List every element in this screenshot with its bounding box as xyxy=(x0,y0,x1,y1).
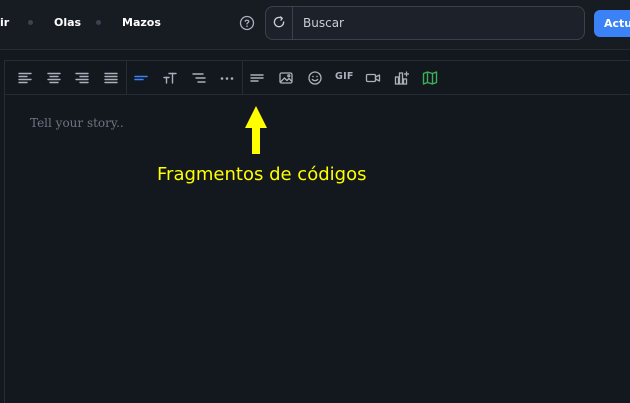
search-box[interactable] xyxy=(265,6,585,40)
editor-placeholder[interactable]: Tell your story.. xyxy=(30,116,124,130)
top-nav: ir Olas Mazos Actu xyxy=(0,0,630,50)
toolbar-separator xyxy=(242,61,243,94)
editor-border xyxy=(4,60,5,403)
align-right-icon[interactable] xyxy=(74,70,90,86)
emoji-icon[interactable] xyxy=(307,70,323,86)
align-center-icon[interactable] xyxy=(46,70,62,86)
update-button[interactable]: Actu xyxy=(594,10,630,37)
annotation-arrow xyxy=(245,106,267,154)
search-icon-container[interactable] xyxy=(266,7,293,39)
image-icon[interactable] xyxy=(278,70,294,86)
align-justify-icon[interactable] xyxy=(103,70,119,86)
nav-item-olas[interactable]: Olas xyxy=(54,15,81,31)
gif-icon[interactable]: GIF xyxy=(335,71,354,82)
help-icon[interactable] xyxy=(239,15,255,31)
text-size-icon[interactable] xyxy=(162,70,178,86)
more-icon[interactable] xyxy=(219,70,235,86)
editor-toolbar: GIF xyxy=(5,61,630,95)
heading-icon[interactable] xyxy=(133,70,149,86)
search-input[interactable] xyxy=(293,7,583,39)
video-icon[interactable] xyxy=(365,70,381,86)
align-left-icon[interactable] xyxy=(17,70,33,86)
nav-separator-dot xyxy=(28,20,33,25)
toolbar-separator xyxy=(126,61,127,94)
nav-separator-dot xyxy=(96,20,101,25)
search-icon xyxy=(273,16,285,28)
nav-item-partial[interactable]: ir xyxy=(0,15,9,31)
list-icon[interactable] xyxy=(191,70,207,86)
nav-item-mazos[interactable]: Mazos xyxy=(122,15,161,31)
annotation-label: Fragmentos de códigos xyxy=(157,164,367,185)
map-icon[interactable] xyxy=(422,70,438,86)
chart-icon[interactable] xyxy=(394,70,410,86)
